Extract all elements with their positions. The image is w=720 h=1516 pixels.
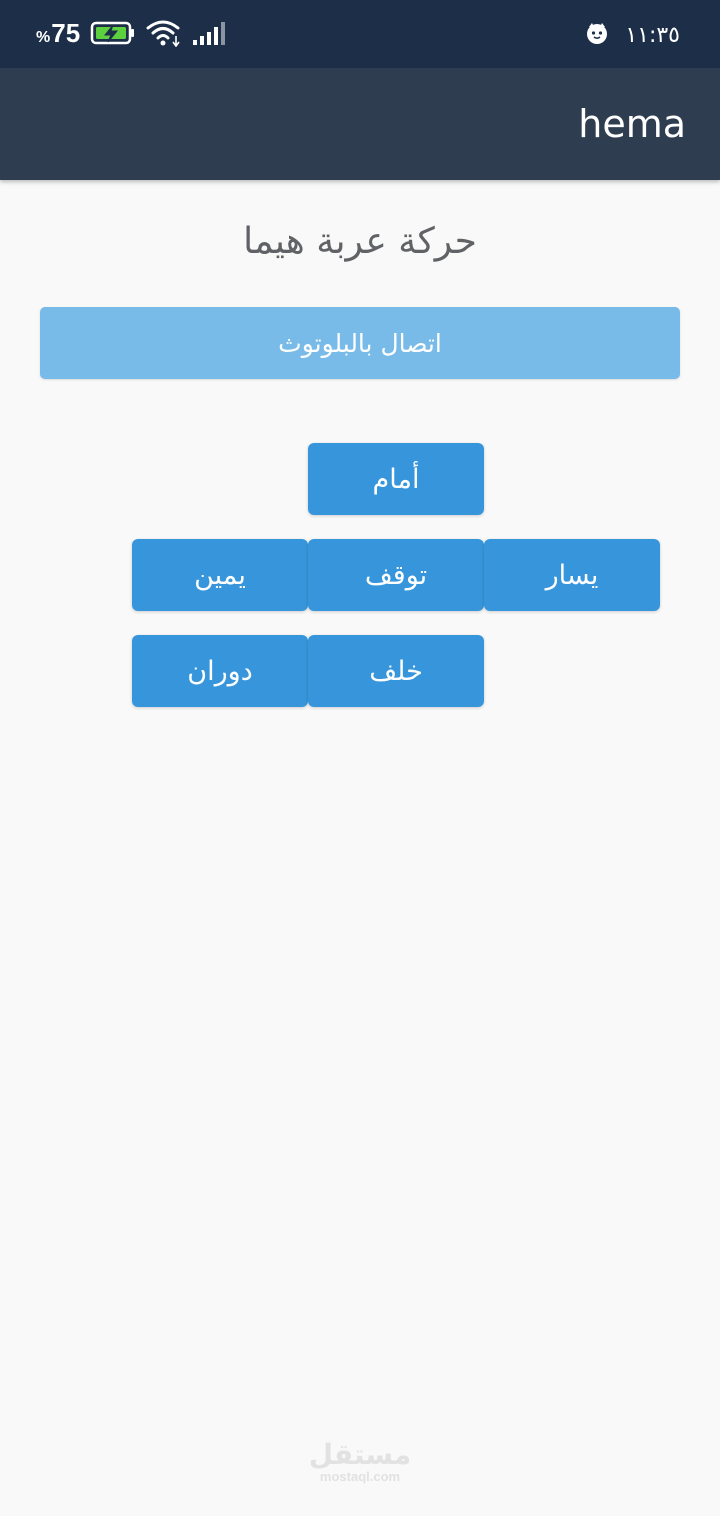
wifi-icon	[146, 19, 182, 51]
backward-button[interactable]: خلف	[308, 635, 484, 707]
right-button[interactable]: يمين	[132, 539, 308, 611]
cat-face-icon	[585, 21, 609, 49]
status-right-group: ١١:٣٥	[585, 20, 680, 50]
clock: ١١:٣٥	[625, 22, 680, 48]
watermark-latin: mostaql.com	[319, 1469, 401, 1484]
battery-level: % 75	[36, 18, 80, 53]
forward-button[interactable]: أمام	[308, 443, 484, 515]
app-bar: hema	[0, 68, 720, 180]
page-heading: حركة عربة هيما	[243, 221, 477, 262]
left-button[interactable]: يسار	[484, 539, 660, 611]
signal-bars-icon	[192, 20, 228, 50]
battery-charging-icon	[90, 20, 136, 50]
rotate-button[interactable]: دوران	[132, 635, 308, 707]
watermark-arabic: مستقل	[308, 1438, 412, 1471]
status-bar: % 75 ١١:٣٥	[0, 0, 720, 68]
battery-percent-sign: %	[36, 28, 51, 46]
stop-button[interactable]: توقف	[308, 539, 484, 611]
battery-level-value: 75	[51, 17, 81, 48]
bluetooth-connect-button[interactable]: اتصال بالبلوتوث	[40, 307, 680, 379]
status-left-group: % 75	[36, 18, 228, 53]
mostaql-watermark: مستقل mostaql.com	[300, 1440, 420, 1484]
app-title: hema	[578, 102, 686, 146]
